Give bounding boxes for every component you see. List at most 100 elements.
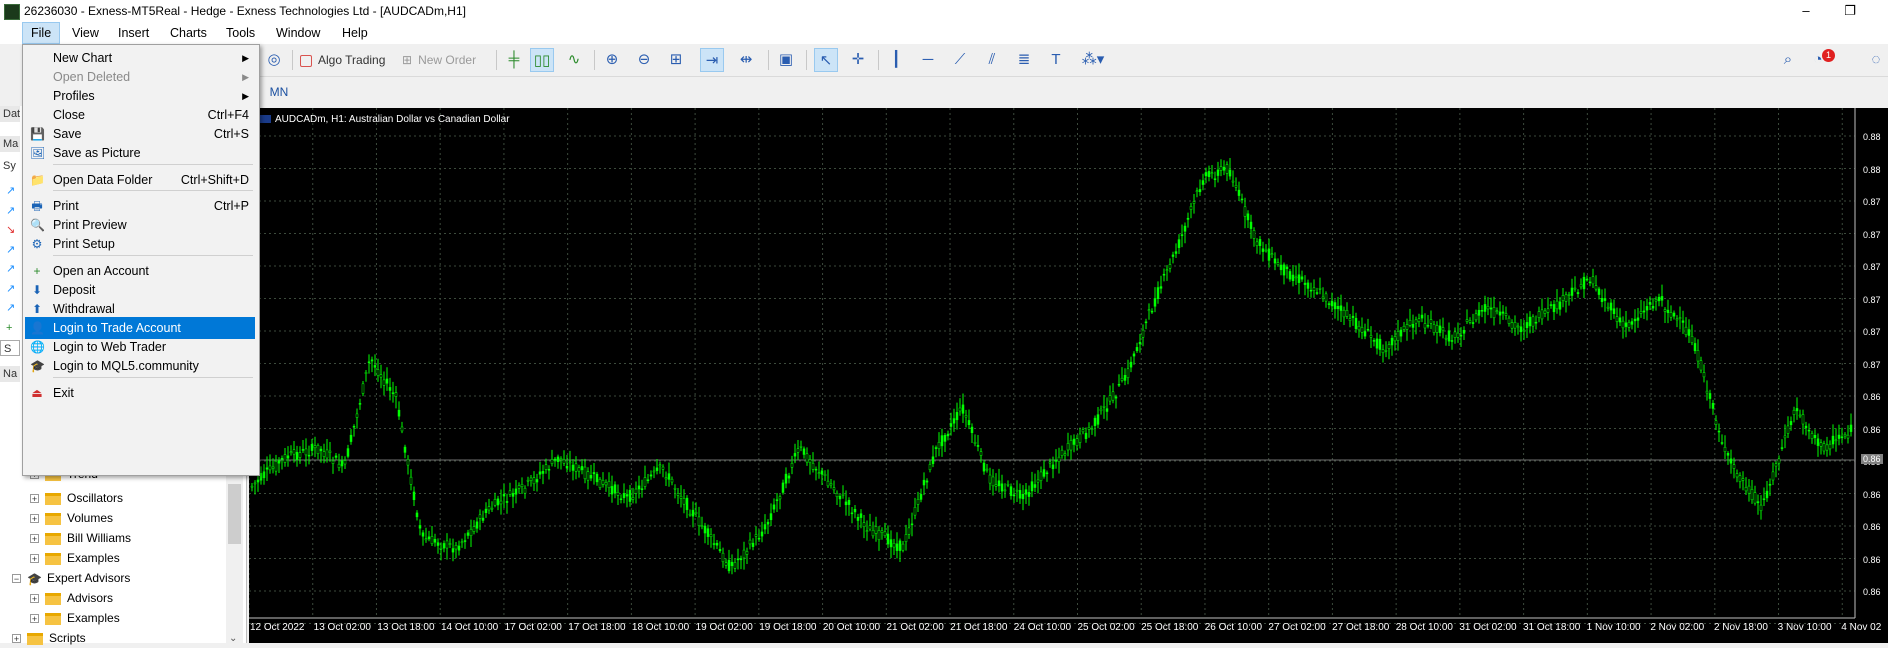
scroll-down-icon[interactable]: ⌄ <box>229 633 237 644</box>
candle-body <box>460 541 464 544</box>
menu-view[interactable]: View <box>64 22 107 44</box>
price-up-icon: ↗ <box>6 185 16 197</box>
candle-body <box>1702 372 1706 378</box>
menu-file[interactable]: File <box>22 22 61 44</box>
candle-body <box>1183 225 1187 232</box>
candle-body <box>1123 374 1127 381</box>
candle-body <box>1324 293 1328 302</box>
expand-icon[interactable]: + <box>30 594 39 604</box>
candle-body <box>1294 276 1298 279</box>
candle-body <box>610 486 614 495</box>
candle-body <box>868 525 872 530</box>
algo-trading-button[interactable]: Algo Trading <box>300 48 392 72</box>
menu-item-open-data-folder[interactable]: 📁 Open Data Folder Ctrl+Shift+D <box>25 169 255 191</box>
menu-insert[interactable]: Insert <box>110 22 157 44</box>
menu-item-save-as-picture[interactable]: 🖼 Save as Picture <box>25 142 255 164</box>
candle-body <box>379 374 383 378</box>
signals-icon[interactable]: ◌ <box>1864 48 1888 72</box>
expand-icon[interactable]: + <box>30 534 39 544</box>
auto-scroll-icon[interactable]: ⇥ <box>700 48 724 72</box>
cursor-icon[interactable]: ↖ <box>814 48 838 72</box>
candle-body <box>325 449 329 459</box>
candle-body <box>1309 289 1313 292</box>
trend-line-icon[interactable]: ⟋ <box>948 48 972 72</box>
line-chart-icon[interactable]: ∿ <box>562 48 586 72</box>
candle-body <box>1282 264 1286 276</box>
market-watch-tab[interactable]: Ma <box>0 136 20 152</box>
expand-icon[interactable]: + <box>30 514 39 524</box>
fibonacci-icon[interactable]: ≣ <box>1012 48 1036 72</box>
screenshot-icon[interactable]: ▣ <box>774 48 798 72</box>
navigator-scrollbar[interactable]: ⌄ <box>226 464 243 644</box>
price-chart[interactable] <box>249 108 1888 643</box>
nav-item-volumes[interactable]: + Volumes <box>30 508 113 528</box>
candle-body <box>835 492 839 498</box>
candle-body <box>1840 436 1844 438</box>
candle-body <box>1228 169 1232 177</box>
candle-body <box>823 473 827 476</box>
nav-item-bill-williams[interactable]: + Bill Williams <box>30 528 131 548</box>
horizontal-line-icon[interactable]: ─ <box>916 48 940 72</box>
scrollbar-thumb[interactable] <box>228 484 241 544</box>
text-icon[interactable]: T <box>1044 48 1068 72</box>
candle-body <box>637 485 641 490</box>
menu-item-login-to-mql5-community[interactable]: 🎓 Login to MQL5.community <box>25 355 255 377</box>
new-order-button[interactable]: ⊞ New Order <box>402 48 492 72</box>
bar-chart-icon[interactable]: ╪ <box>502 48 526 72</box>
navigator-tab[interactable]: Na <box>0 366 20 382</box>
candle-body <box>385 378 389 384</box>
nav-item-scripts[interactable]: + Scripts <box>12 628 86 648</box>
candle-body <box>361 383 365 394</box>
candlestick-chart-icon[interactable]: ▯▯ <box>530 48 554 72</box>
candle-body <box>1684 326 1688 335</box>
shapes-dropdown-icon[interactable]: ⁂▾ <box>1076 48 1110 72</box>
vertical-line-icon[interactable]: ┃ <box>884 48 908 72</box>
candle-body <box>820 470 824 475</box>
expand-icon[interactable]: + <box>30 554 39 564</box>
search-icon[interactable]: ⌕ <box>1776 48 1800 72</box>
chart-shift-icon[interactable]: ⇹ <box>734 48 758 72</box>
menu-item-label: Print Setup <box>53 237 115 251</box>
zoom-in-icon[interactable]: ⊕ <box>600 48 624 72</box>
symbols-tab[interactable]: S <box>0 340 20 356</box>
candle-body <box>1516 325 1520 328</box>
restore-button[interactable]: ❐ <box>1830 1 1870 21</box>
candle-body <box>1120 377 1124 381</box>
timeframe-mn-button[interactable]: MN <box>264 80 294 104</box>
nav-item-examples[interactable]: + Examples <box>30 548 120 568</box>
menu-charts[interactable]: Charts <box>162 22 215 44</box>
candle-body <box>655 467 659 471</box>
expand-icon[interactable]: + <box>30 614 39 624</box>
candle-body <box>790 463 794 468</box>
data-window-tab[interactable]: Dat <box>0 106 20 122</box>
expand-icon[interactable]: + <box>30 494 39 504</box>
candle-body <box>1348 318 1352 321</box>
new-order-icon: ⊞ <box>402 53 413 67</box>
grid-icon[interactable]: ⊞ <box>664 48 688 72</box>
menu-item-exit[interactable]: ⏏ Exit <box>25 382 255 404</box>
candle-body <box>586 471 590 481</box>
candle-body <box>670 478 674 483</box>
time-axis-label: 24 Oct 10:00 <box>1013 622 1072 633</box>
candle-body <box>388 387 392 391</box>
menu-window[interactable]: Window <box>268 22 328 44</box>
crosshair-icon[interactable]: ✛ <box>846 48 870 72</box>
nav-item-advisors[interactable]: + Advisors <box>30 588 113 608</box>
expand-icon[interactable]: + <box>12 634 21 644</box>
minimize-button[interactable]: – <box>1786 1 1826 21</box>
zoom-out-icon[interactable]: ⊖ <box>632 48 656 72</box>
chart-window[interactable]: AUDCADm, H1: Australian Dollar vs Canadi… <box>249 108 1888 643</box>
menu-tools[interactable]: Tools <box>218 22 263 44</box>
collapse-icon[interactable]: − <box>12 574 21 584</box>
menu-help[interactable]: Help <box>334 22 376 44</box>
nav-item-expert-advisors[interactable]: − 🎓 Expert Advisors <box>12 568 130 588</box>
menu-item-print-setup[interactable]: ⚙ Print Setup <box>25 233 255 255</box>
candle-body <box>1564 294 1568 302</box>
market-watch-icon[interactable]: ◎ <box>262 48 286 72</box>
candle-body <box>1744 487 1748 492</box>
nav-item-label: Volumes <box>67 511 114 525</box>
equidistant-channel-icon[interactable]: ⫽ <box>980 48 1004 72</box>
nav-item-examples-ea[interactable]: + Examples <box>30 608 120 628</box>
nav-item-oscillators[interactable]: + Oscillators <box>30 488 123 508</box>
candle-body <box>1270 253 1274 255</box>
